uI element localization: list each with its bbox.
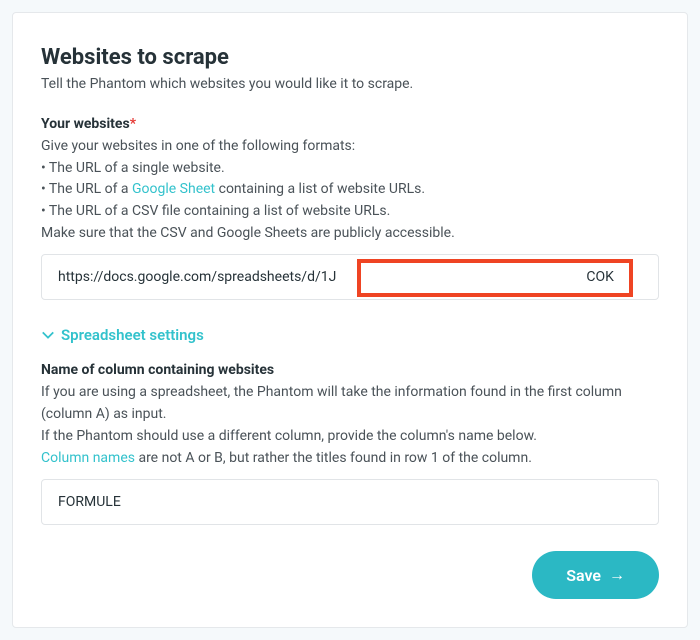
column-help-3: Column names are not A or B, but rather …	[41, 448, 659, 470]
save-button-label: Save	[566, 566, 601, 585]
google-sheet-link[interactable]: Google Sheet	[132, 181, 215, 197]
column-section: Name of column containing websites If yo…	[41, 362, 659, 525]
help-bullet-1: • The URL of a single website.	[41, 158, 659, 180]
websites-url-input[interactable]	[41, 254, 659, 300]
help-footer: Make sure that the CSV and Google Sheets…	[41, 223, 659, 245]
websites-label: Your websites*	[41, 116, 659, 132]
websites-label-text: Your websites	[41, 116, 130, 132]
save-button[interactable]: Save →	[532, 551, 659, 599]
arrow-right-icon: →	[609, 565, 625, 585]
column-label: Name of column containing websites	[41, 362, 659, 378]
help-intro: Give your websites in one of the followi…	[41, 136, 659, 158]
help-bullet-3: • The URL of a CSV file containing a lis…	[41, 201, 659, 223]
websites-section: Your websites* Give your websites in one…	[41, 116, 659, 300]
chevron-down-icon	[41, 328, 55, 342]
button-row: Save →	[41, 551, 659, 599]
expander-label: Spreadsheet settings	[61, 326, 204, 344]
spreadsheet-settings-expander[interactable]: Spreadsheet settings	[41, 326, 659, 344]
url-input-wrap	[41, 254, 659, 300]
help-bullet-2: • The URL of a Google Sheet containing a…	[41, 179, 659, 201]
page-title: Websites to scrape	[41, 45, 659, 70]
column-help-1: If you are using a spreadsheet, the Phan…	[41, 382, 659, 425]
settings-card: Websites to scrape Tell the Phantom whic…	[12, 12, 688, 628]
column-help-3-suffix: are not A or B, but rather the titles fo…	[135, 450, 532, 466]
column-help-2: If the Phantom should use a different co…	[41, 426, 659, 448]
column-names-link[interactable]: Column names	[41, 450, 135, 466]
page-subtitle: Tell the Phantom which websites you woul…	[41, 76, 659, 92]
column-name-input[interactable]	[41, 479, 659, 525]
help-bullet-2-prefix: • The URL of a	[41, 181, 132, 197]
required-asterisk: *	[130, 116, 136, 132]
help-bullet-2-suffix: containing a list of website URLs.	[215, 181, 425, 197]
